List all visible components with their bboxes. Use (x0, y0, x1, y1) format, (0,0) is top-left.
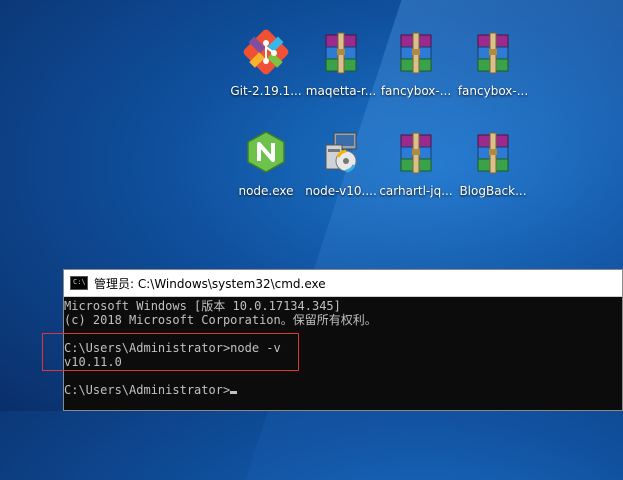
winrar-archive-icon (390, 126, 442, 178)
console-prompt-line[interactable]: C:\Users\Administrator> (64, 383, 622, 397)
installer-icon (315, 126, 367, 178)
desktop-icon-fancybox-1[interactable]: fancybox-... (379, 26, 453, 100)
desktop-icon-node-installer[interactable]: node-v10.... (304, 126, 378, 200)
desktop-icon-label: Git-2.19.1... (230, 84, 302, 98)
desktop-icon-label: node.exe (238, 184, 294, 198)
desktop-icon-label: fancybox-... (457, 84, 529, 98)
desktop-icon-blogback[interactable]: BlogBack... (456, 126, 530, 200)
window-title: 管理员: C:\Windows\system32\cmd.exe (94, 276, 326, 291)
console-line: Microsoft Windows [版本 10.0.17134.345] (64, 299, 341, 313)
desktop-icon-label: node-v10.... (305, 184, 377, 198)
desktop-icon-node-exe[interactable]: node.exe (229, 126, 303, 200)
console-line: (c) 2018 Microsoft Corporation。保留所有权利。 (64, 313, 377, 327)
git-icon (240, 26, 292, 78)
winrar-archive-icon (390, 26, 442, 78)
desktop: Git-2.19.1... maqetta-r... fancybox-... (0, 0, 623, 480)
winrar-archive-icon (315, 26, 367, 78)
desktop-icon-git[interactable]: Git-2.19.1... (229, 26, 303, 100)
desktop-icon-label: maqetta-r... (305, 84, 377, 98)
console-prompt: C:\Users\Administrator> (64, 383, 231, 397)
desktop-icon-label: fancybox-... (380, 84, 452, 98)
nodejs-icon (240, 126, 292, 178)
annotation-highlight-box (42, 333, 299, 371)
desktop-icon-label: BlogBack... (459, 184, 527, 198)
cmd-titlebar[interactable]: C:\ 管理员: C:\Windows\system32\cmd.exe (64, 270, 622, 297)
desktop-icon-carhartl[interactable]: carhartl-jq... (379, 126, 453, 200)
winrar-archive-icon (467, 26, 519, 78)
console-icon-glyph: C:\ (73, 278, 86, 286)
text-cursor (230, 391, 238, 394)
console-icon: C:\ (70, 276, 88, 290)
winrar-archive-icon (467, 126, 519, 178)
desktop-icon-label: carhartl-jq... (379, 184, 453, 198)
desktop-icon-maqetta[interactable]: maqetta-r... (304, 26, 378, 100)
desktop-icon-fancybox-2[interactable]: fancybox-... (456, 26, 530, 100)
